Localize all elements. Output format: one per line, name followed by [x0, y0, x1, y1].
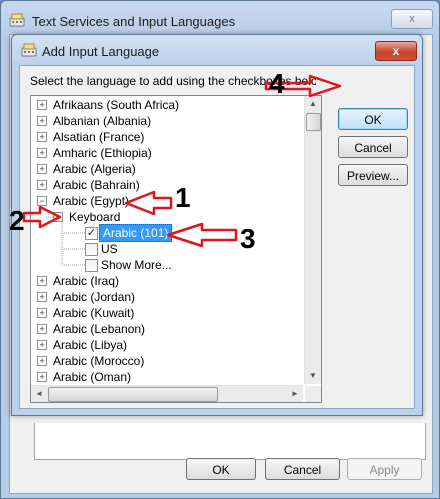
annotation-step-3: 3	[240, 223, 256, 254]
outer-close-button[interactable]: x	[391, 9, 433, 29]
tree-connector-lines	[45, 201, 85, 266]
keyboard-icon	[9, 13, 25, 27]
dialog-preview-button[interactable]: Preview...	[338, 164, 408, 186]
scroll-left-icon[interactable]: ◄	[31, 386, 47, 402]
dialog-ok-button[interactable]: OK	[338, 108, 408, 130]
dialog-client: Select the language to add using the che…	[19, 65, 415, 409]
add-input-language-dialog: Add Input Language x Select the language…	[11, 34, 423, 416]
dialog-title: Add Input Language	[42, 44, 160, 59]
language-tree[interactable]: + Afrikaans (South Africa) + Albanian (Alb…	[30, 95, 322, 403]
dialog-close-button[interactable]: x	[375, 41, 417, 61]
outer-window-title: Text Services and Input Languages	[32, 14, 236, 29]
scrollbar-thumb[interactable]	[306, 113, 321, 131]
scroll-right-icon[interactable]: ►	[287, 386, 303, 402]
outer-cancel-button[interactable]: Cancel	[265, 458, 340, 480]
outer-apply-button[interactable]: Apply	[347, 458, 422, 480]
scroll-up-icon[interactable]: ▲	[305, 96, 321, 112]
outer-settings-panel	[34, 423, 426, 460]
annotation-step-4: 4	[269, 68, 285, 99]
scroll-down-icon[interactable]: ▼	[305, 368, 321, 384]
annotation-step-1: 1	[175, 182, 191, 213]
outer-ok-button[interactable]: OK	[186, 458, 256, 480]
annotation-step-2: 2	[9, 205, 25, 236]
scrollbar-thumb[interactable]	[48, 387, 218, 402]
tree-vertical-scrollbar[interactable]: ▲ ▼	[304, 96, 321, 384]
tree-horizontal-scrollbar[interactable]: ◄ ►	[31, 385, 303, 402]
dialog-cancel-button[interactable]: Cancel	[338, 136, 408, 158]
scrollbar-corner	[305, 386, 321, 402]
keyboard-icon	[21, 43, 37, 57]
